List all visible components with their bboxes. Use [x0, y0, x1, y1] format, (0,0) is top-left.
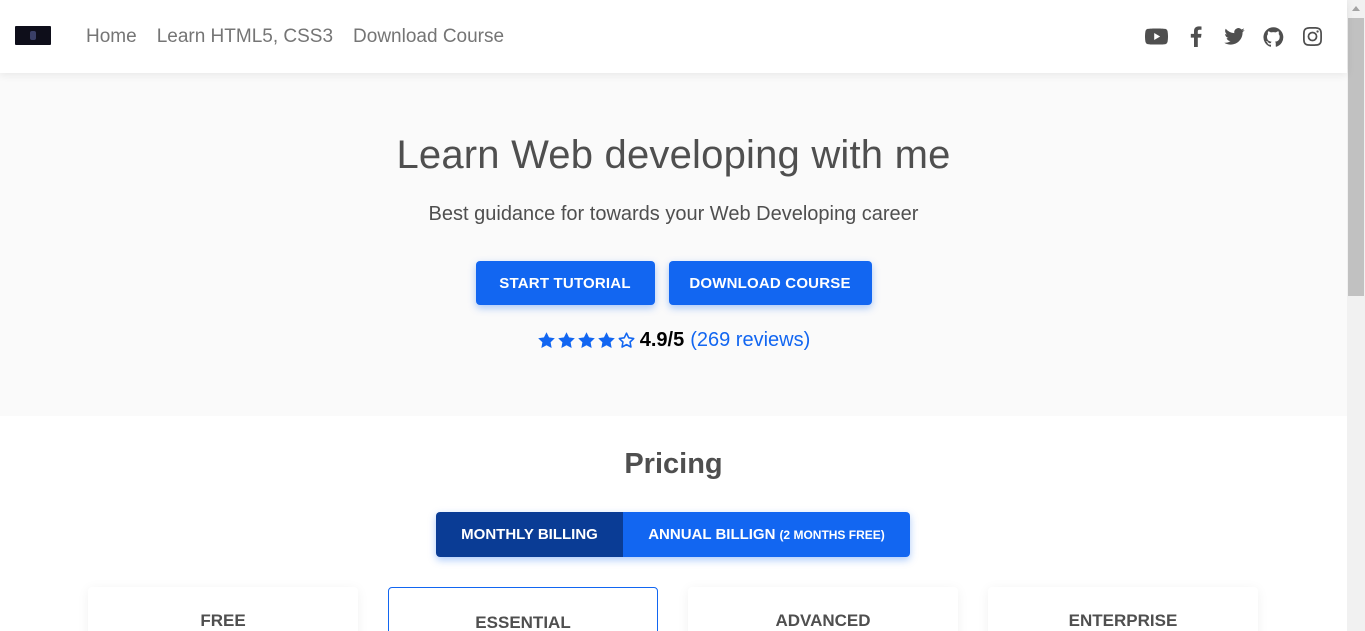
social-links: [1144, 0, 1325, 73]
pricing-title: Pricing: [624, 448, 723, 480]
star-rating: [537, 331, 636, 350]
pricing-plans: FREE ESSENTIAL ADVANCED ENTERPRISE: [0, 587, 1347, 631]
plan-name: ESSENTIAL: [475, 613, 571, 631]
hero-title: Learn Web developing with me: [396, 133, 951, 177]
plan-name: ADVANCED: [775, 611, 871, 630]
youtube-icon[interactable]: [1144, 24, 1169, 49]
billing-toggle: MONTHLY BILLING ANNUAL BILLIGN (2 MONTHS…: [436, 512, 910, 557]
navbar: Home Learn HTML5, CSS3 Download Course: [0, 0, 1347, 73]
star-filled-icon: [577, 332, 595, 348]
nav-links: Home Learn HTML5, CSS3 Download Course: [76, 0, 514, 73]
logo-mark: [30, 31, 36, 40]
rating-score: 4.9/5: [639, 329, 685, 351]
star-filled-icon: [557, 332, 575, 348]
hero-buttons: START TUTORIAL DOWNLOAD COURSE: [0, 261, 1347, 305]
monthly-billing-button[interactable]: MONTHLY BILLING: [436, 512, 623, 557]
scroll-up-arrow-icon[interactable]: [1347, 0, 1365, 17]
nav-link-home[interactable]: Home: [76, 26, 147, 48]
page-scrollbar[interactable]: [1347, 0, 1365, 631]
twitter-icon[interactable]: [1222, 24, 1247, 49]
hero-subtitle: Best guidance for towards your Web Devel…: [428, 203, 919, 225]
facebook-icon[interactable]: [1183, 24, 1208, 49]
nav-link-learn[interactable]: Learn HTML5, CSS3: [147, 26, 343, 48]
hero-section: Learn Web developing with me Best guidan…: [0, 73, 1347, 416]
plan-card-enterprise: ENTERPRISE: [988, 587, 1258, 631]
monthly-billing-label: MONTHLY BILLING: [461, 526, 598, 543]
brand-logo[interactable]: [15, 26, 51, 45]
plan-card-free: FREE: [88, 587, 358, 631]
github-icon[interactable]: [1261, 24, 1286, 49]
nav-link-download[interactable]: Download Course: [343, 26, 514, 48]
start-tutorial-button[interactable]: START TUTORIAL: [475, 261, 655, 305]
instagram-icon[interactable]: [1300, 24, 1325, 49]
rating: 4.9/5 (269 reviews): [0, 329, 1347, 352]
plan-card-essential: ESSENTIAL: [388, 587, 658, 631]
plan-name: ENTERPRISE: [1068, 611, 1178, 630]
star-empty-icon: [618, 332, 635, 348]
download-course-button[interactable]: DOWNLOAD COURSE: [668, 261, 872, 305]
star-filled-icon: [597, 332, 615, 348]
plan-card-advanced: ADVANCED: [688, 587, 958, 631]
annual-billing-button[interactable]: ANNUAL BILLIGN (2 MONTHS FREE): [623, 512, 910, 557]
annual-billing-label: ANNUAL BILLIGN: [648, 526, 776, 543]
star-filled-icon: [537, 332, 555, 348]
reviews-link[interactable]: (269 reviews): [690, 329, 810, 352]
annual-billing-note: (2 MONTHS FREE): [779, 527, 885, 542]
scrollbar-thumb[interactable]: [1348, 18, 1364, 296]
plan-name: FREE: [200, 611, 246, 630]
